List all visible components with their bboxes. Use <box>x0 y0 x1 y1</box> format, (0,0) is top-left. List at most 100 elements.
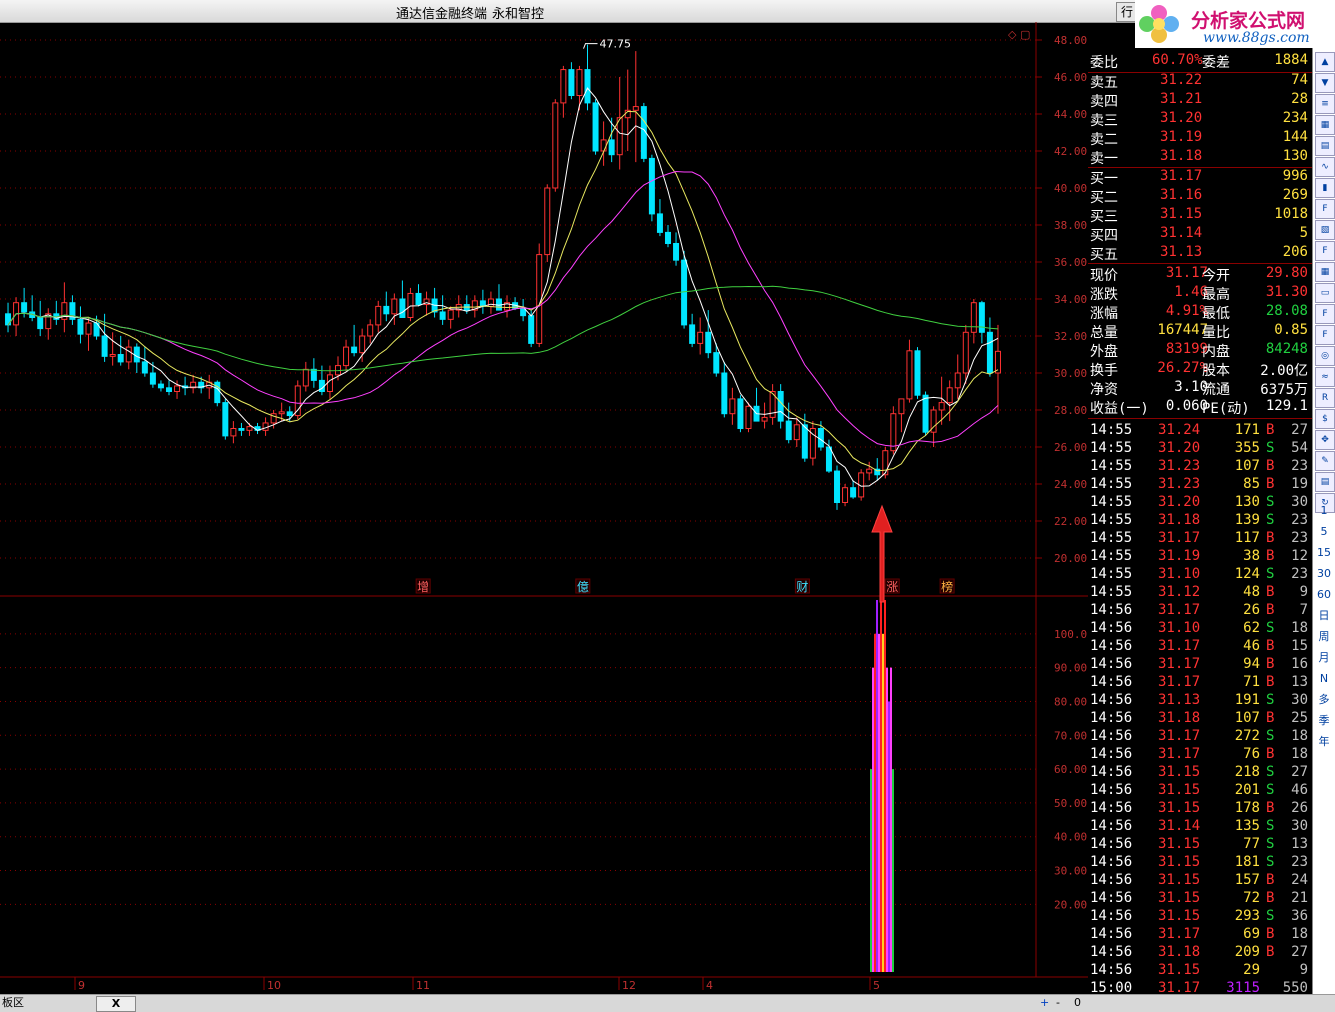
stat-label: 最高 <box>1202 287 1230 303</box>
tick-price: 31.17 <box>1158 530 1201 546</box>
zoom-out-button[interactable]: - <box>1056 996 1060 1010</box>
app-title: 通达信金融终端 <box>396 7 488 22</box>
candle-down <box>817 428 824 448</box>
tick-volume: 26 <box>1243 602 1260 618</box>
tick-direction: S <box>1266 494 1275 510</box>
tick-count: 18 <box>1291 728 1308 744</box>
money-icon[interactable]: $ <box>1315 409 1335 429</box>
arrow-up-icon[interactable]: ▲ <box>1315 52 1335 72</box>
fig-icon[interactable]: ▧ <box>1315 220 1335 240</box>
period-button[interactable]: 5 <box>1315 523 1333 541</box>
candle-up <box>278 411 285 415</box>
tick-volume: 71 <box>1243 674 1260 690</box>
arrow-down-icon[interactable]: ▼ <box>1315 73 1335 93</box>
book-icon[interactable]: ▤ <box>1315 472 1335 492</box>
bid-label: 买三 <box>1090 209 1118 225</box>
candle-up <box>447 309 454 320</box>
kline-chart[interactable]: 48.00 46.00 44.00 42.00 40.00 38.00 36.00 34.00… <box>0 22 1088 994</box>
f10-icon[interactable]: F <box>1315 199 1335 219</box>
tick-time: 14:56 <box>1090 872 1133 888</box>
ask-label: 卖四 <box>1090 94 1118 110</box>
candle-down <box>141 361 148 374</box>
value: 60.70% <box>1152 52 1203 68</box>
tick-time: 14:55 <box>1090 566 1133 582</box>
indicator-tick-label: 100.0 <box>1054 628 1087 641</box>
f9-icon[interactable]: F <box>1315 241 1335 261</box>
indicator-tick-label: 80.00 <box>1054 695 1087 708</box>
tick-volume: 293 <box>1234 908 1260 924</box>
tick-row: 14:55 31.20 130 S 30 <box>1088 494 1312 513</box>
tick-row: 14:56 31.17 76 B 18 <box>1088 746 1312 765</box>
bid-price: 31.16 <box>1160 187 1203 203</box>
list-icon[interactable]: ≡ <box>1315 94 1335 114</box>
stat-label: 最低 <box>1202 306 1230 322</box>
price-tick-label: 40.00 <box>1054 182 1087 195</box>
tick-price: 31.17 <box>1158 926 1201 942</box>
side-toolbar: ▲ ▼ ≡ ▦ ▤ ∿ ▮ F ▧ F ▦ ▭ F F ◎ ≈ R $ ✥ ✎ ▤ ↻ 1 5 15 30 60 日周月 N 多季年 <box>1312 48 1335 1000</box>
board-tab[interactable]: 板区 <box>2 996 24 1010</box>
rsi-icon[interactable]: R <box>1315 388 1335 408</box>
period-button[interactable]: 1 <box>1315 502 1333 520</box>
pen-icon[interactable]: ✎ <box>1315 451 1335 471</box>
tick-count: 30 <box>1291 494 1308 510</box>
ask-row: 卖一 31.18 130 <box>1088 148 1312 167</box>
bid-volume: 996 <box>1282 168 1308 184</box>
target-icon[interactable]: ◎ <box>1315 346 1335 366</box>
candle-up <box>326 374 333 393</box>
tick-count: 26 <box>1291 800 1308 816</box>
candle-up <box>906 350 913 400</box>
zoom-in-button[interactable]: + <box>1040 996 1049 1010</box>
close-button[interactable]: X <box>96 996 136 1012</box>
event-marker: 榜 <box>941 579 953 594</box>
candle-down <box>664 231 671 244</box>
candle-up <box>230 428 237 437</box>
tick-direction: B <box>1266 476 1275 492</box>
tick-volume: 135 <box>1234 818 1260 834</box>
period-button[interactable]: 年 <box>1315 733 1333 751</box>
tick-direction: B <box>1266 422 1275 438</box>
stat-row: 现价 31.17 今开 29.80 <box>1088 265 1312 284</box>
tick-price: 31.15 <box>1158 908 1201 924</box>
grid2-icon[interactable]: ▦ <box>1315 262 1335 282</box>
period-button[interactable]: 30 <box>1315 565 1333 583</box>
candle-up <box>970 302 977 333</box>
tick-price: 31.15 <box>1158 872 1201 888</box>
period-button[interactable]: 15 <box>1315 544 1333 562</box>
candle-up <box>890 413 897 452</box>
wave-icon[interactable]: ≈ <box>1315 367 1335 387</box>
period-button[interactable]: 60 <box>1315 586 1333 604</box>
tick-volume: 130 <box>1234 494 1260 510</box>
tick-direction: B <box>1266 926 1275 942</box>
candle-up <box>359 335 366 354</box>
tick-volume: 117 <box>1234 530 1260 546</box>
period-button[interactable]: 多 <box>1315 691 1333 709</box>
stat-label: PE(动) <box>1202 401 1250 417</box>
stat-row: 总量 167447 量比 0.85 <box>1088 322 1312 341</box>
candle-icon[interactable]: ▮ <box>1315 178 1335 198</box>
period-button[interactable]: 日 <box>1315 607 1333 625</box>
ask-price: 31.22 <box>1160 72 1203 88</box>
date-tick-label: 5 <box>873 979 880 992</box>
tick-count: 23 <box>1291 512 1308 528</box>
price-tick-label: 48.00 <box>1054 34 1087 47</box>
period-button[interactable]: N <box>1315 670 1333 688</box>
tick-time: 14:56 <box>1090 674 1133 690</box>
fa-icon[interactable]: F <box>1315 325 1335 345</box>
tick-time: 14:55 <box>1090 530 1133 546</box>
doc-icon[interactable]: ▭ <box>1315 283 1335 303</box>
table-icon[interactable]: ▤ <box>1315 136 1335 156</box>
period-button[interactable]: 月 <box>1315 649 1333 667</box>
period-button[interactable]: 季 <box>1315 712 1333 730</box>
tick-direction: S <box>1266 692 1275 708</box>
fz-icon[interactable]: F <box>1315 304 1335 324</box>
candle-down <box>592 102 599 152</box>
line-chart-icon[interactable]: ∿ <box>1315 157 1335 177</box>
candle-down <box>834 470 841 503</box>
tick-direction: B <box>1266 890 1275 906</box>
candle-down <box>922 394 929 433</box>
move-icon[interactable]: ✥ <box>1315 430 1335 450</box>
tick-price: 31.17 <box>1158 638 1201 654</box>
ask-row: 卖二 31.19 144 <box>1088 129 1312 148</box>
grid-icon[interactable]: ▦ <box>1315 115 1335 135</box>
period-button[interactable]: 周 <box>1315 628 1333 646</box>
